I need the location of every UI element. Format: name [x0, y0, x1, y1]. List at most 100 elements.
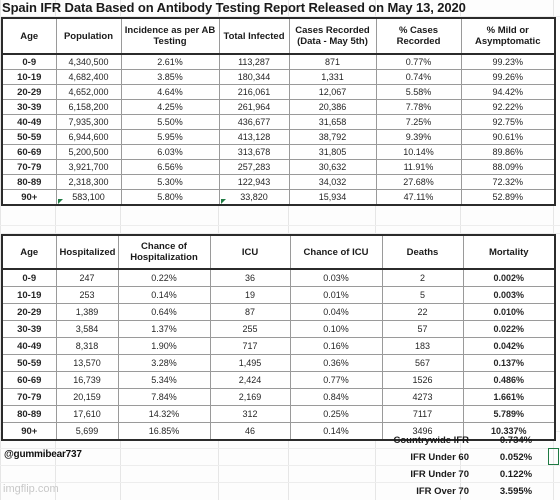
- col-header-cases-recorded: Cases Recorded (Data - May 5th): [288, 17, 377, 55]
- cell-incidence: 6.56%: [120, 159, 220, 175]
- cell-icu: 19: [209, 286, 291, 304]
- cell-hospitalized: 3,584: [55, 320, 119, 338]
- cell-hospitalized: 16,739: [55, 371, 119, 389]
- cell-cases-recorded: 31,805: [288, 144, 377, 160]
- cell-incidence: 4.25%: [120, 99, 220, 115]
- cell-deaths: 1526: [381, 371, 464, 389]
- cell-mortality: 0.486%: [462, 371, 556, 389]
- cell-icu: 255: [209, 320, 291, 338]
- cell-chance-icu: 0.10%: [289, 320, 383, 338]
- cell-icu: 87: [209, 303, 291, 321]
- cell-mortality: 0.042%: [462, 337, 556, 355]
- col-header-hospitalized: Hospitalized: [55, 234, 119, 270]
- summary-value: 0.052%: [499, 452, 533, 463]
- table-row: 0-9 247 0.22% 36 0.03% 2 0.002%: [1, 268, 556, 287]
- cell-chance-hospitalization: 0.14%: [117, 286, 211, 304]
- cell-pct-mild: 72.32%: [460, 174, 556, 190]
- cell-cases-recorded: 1,331: [288, 69, 377, 85]
- cell-pct-mild: 94.42%: [460, 84, 556, 100]
- cell-pct-mild: 99.26%: [460, 69, 556, 85]
- cell-deaths: 57: [381, 320, 464, 338]
- summary-row: IFR Over 70 3.595%: [330, 483, 554, 500]
- table-row: 50-59 13,570 3.28% 1,495 0.36% 567 0.137%: [1, 354, 556, 372]
- cell-chance-icu: 0.77%: [289, 371, 383, 389]
- cell-chance-hospitalization: 1.37%: [117, 320, 211, 338]
- cell-pct-mild: 52.89%: [460, 189, 556, 206]
- table-row: 80-89 17,610 14.32% 312 0.25% 7117 5.789%: [1, 405, 556, 423]
- cell-icu: 2,169: [209, 388, 291, 406]
- cell-pct-cases-recorded: 47.11%: [375, 189, 462, 206]
- cell-chance-icu: 0.03%: [289, 268, 383, 287]
- cell-chance-hospitalization: 0.64%: [117, 303, 211, 321]
- table-row: 80-89 2,318,300 5.30% 122,943 34,032 27.68% 72…: [1, 174, 556, 190]
- cell-total-infected: 436,677: [218, 114, 290, 130]
- table-row: 0-9 4,340,500 2.61% 113,287 871 0.77% 99.23%: [1, 53, 556, 70]
- table-row: 60-69 5,200,500 6.03% 313,678 31,805 10.14% 89…: [1, 144, 556, 160]
- summary-row: IFR Under 70 0.122%: [330, 466, 554, 483]
- cell-icu: 2,424: [209, 371, 291, 389]
- cell-incidence: 4.64%: [120, 84, 220, 100]
- cell-hospitalized: 5,699: [55, 422, 119, 441]
- imgflip-watermark: imgflip.com: [3, 483, 59, 495]
- cell-pct-mild: 90.61%: [460, 129, 556, 145]
- summary-row: Countrywide IFR 0.734%: [330, 432, 554, 449]
- cell-cases-recorded: 34,032: [288, 174, 377, 190]
- cell-age: 50-59: [1, 354, 57, 372]
- author-username: @gummibear737: [4, 449, 82, 460]
- cell-population: 5,200,500: [55, 144, 122, 160]
- cell-total-infected: 216,061: [218, 84, 290, 100]
- cell-incidence: 6.03%: [120, 144, 220, 160]
- cell-mortality: 1.661%: [462, 388, 556, 406]
- col-header-chance-icu: Chance of ICU: [289, 234, 383, 270]
- cell-pct-mild: 99.23%: [460, 53, 556, 70]
- col-header-pct-cases: % Cases Recorded: [375, 17, 462, 55]
- cell-population: 3,921,700: [55, 159, 122, 175]
- cell-incidence: 5.50%: [120, 114, 220, 130]
- cell-incidence: 5.80%: [120, 189, 220, 206]
- cell-pct-mild: 92.75%: [460, 114, 556, 130]
- summary-label: Countrywide IFR: [393, 435, 469, 446]
- cell-deaths: 2: [381, 268, 464, 287]
- cell-age: 40-49: [1, 114, 57, 130]
- summary-row: IFR Under 60 0.052%: [330, 449, 554, 466]
- col-header-incidence: Incidence as per AB Testing: [120, 17, 220, 55]
- cell-age: 20-29: [1, 84, 57, 100]
- table-row: 10-19 4,682,400 3.85% 180,344 1,331 0.74% 99.2…: [1, 69, 556, 85]
- summary-label: IFR Under 70: [410, 469, 469, 480]
- cell-cases-recorded: 15,934: [288, 189, 377, 206]
- cell-incidence: 2.61%: [120, 53, 220, 70]
- cell-pct-cases-recorded: 27.68%: [375, 174, 462, 190]
- col-header-population: Population: [55, 17, 122, 55]
- cell-hospitalized: 8,318: [55, 337, 119, 355]
- table-row: 10-19 253 0.14% 19 0.01% 5 0.003%: [1, 286, 556, 304]
- cell-deaths: 7117: [381, 405, 464, 423]
- cell-cases-recorded: 30,632: [288, 159, 377, 175]
- cell-hospitalized: 247: [55, 268, 119, 287]
- cell-hospitalized: 253: [55, 286, 119, 304]
- cell-hospitalized: 1,389: [55, 303, 119, 321]
- document-title: Spain IFR Data Based on Antibody Testing…: [2, 0, 466, 15]
- cell-age: 10-19: [1, 69, 57, 85]
- cell-population: 4,682,400: [55, 69, 122, 85]
- cell-age: 0-9: [1, 268, 57, 287]
- cell-age: 20-29: [1, 303, 57, 321]
- cell-age: 40-49: [1, 337, 57, 355]
- cell-hospitalized: 13,570: [55, 354, 119, 372]
- cell-chance-icu: 0.25%: [289, 405, 383, 423]
- cell-total-infected: 180,344: [218, 69, 290, 85]
- cell-deaths: 183: [381, 337, 464, 355]
- summary-label: IFR Under 60: [410, 452, 469, 463]
- cell-age: 80-89: [1, 174, 57, 190]
- cell-pct-cases-recorded: 0.77%: [375, 53, 462, 70]
- table-row: 60-69 16,739 5.34% 2,424 0.77% 1526 0.486%: [1, 371, 556, 389]
- cell-population: 583,100: [55, 189, 122, 206]
- table-header-row: Age Population Incidence as per AB Testi…: [1, 17, 556, 55]
- cell-total-infected: 113,287: [218, 53, 290, 70]
- cell-age: 30-39: [1, 99, 57, 115]
- cell-age: 50-59: [1, 129, 57, 145]
- table-row: 40-49 7,935,300 5.50% 436,677 31,658 7.25% 92.…: [1, 114, 556, 130]
- summary-value: 0.734%: [499, 435, 533, 446]
- col-header-chance-hosp: Chance of Hospitalization: [117, 234, 211, 270]
- table-row: 50-59 6,944,600 5.95% 413,128 38,792 9.39% 90.…: [1, 129, 556, 145]
- cell-age: 30-39: [1, 320, 57, 338]
